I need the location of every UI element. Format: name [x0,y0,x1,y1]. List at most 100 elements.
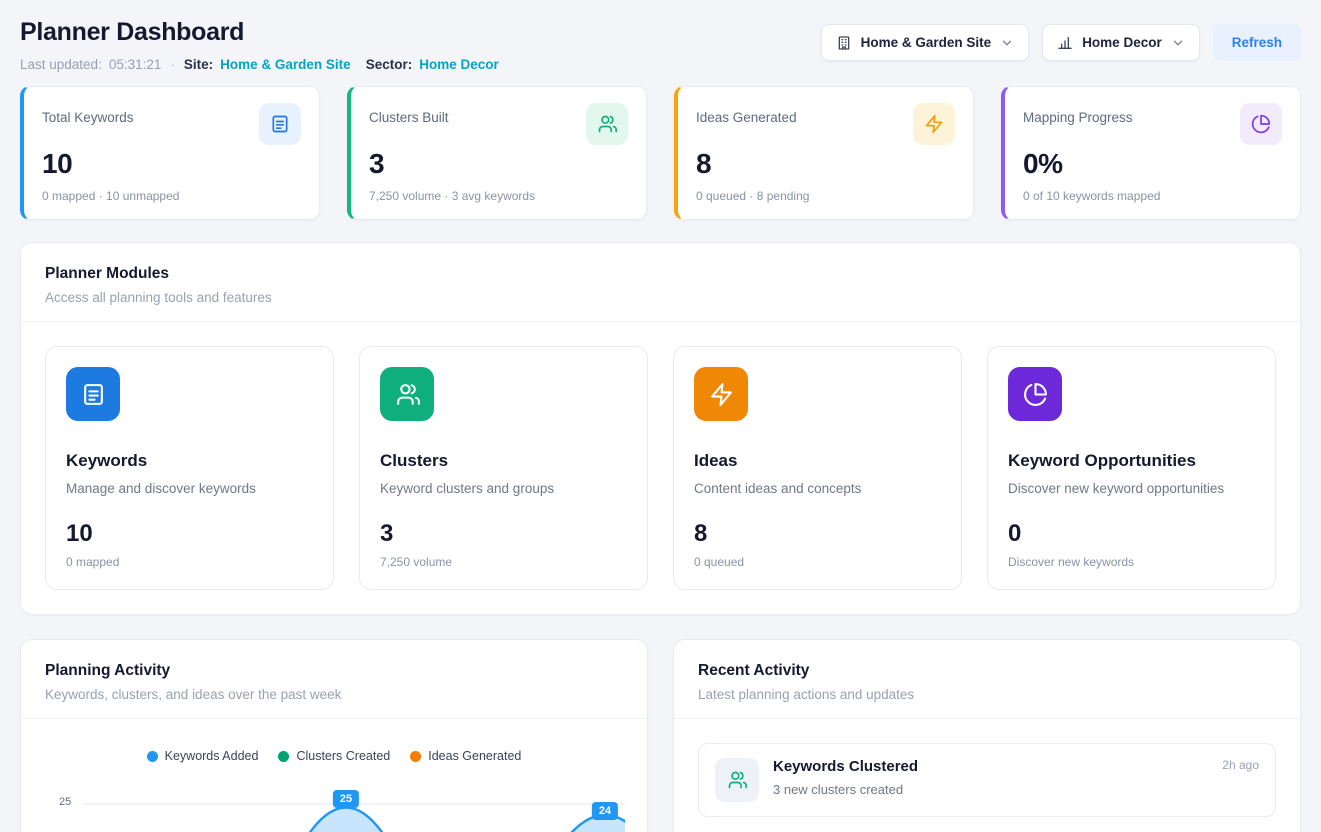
module-description: Content ideas and concepts [694,481,941,496]
activity-item-time: 2h ago [1222,758,1259,772]
legend-label: Ideas Generated [428,749,521,763]
site-label: Site: [184,57,213,72]
stat-value: 3 [369,148,628,180]
module-description: Keyword clusters and groups [380,481,627,496]
site-link[interactable]: Home & Garden Site [220,57,351,72]
module-card-clusters[interactable]: Clusters Keyword clusters and groups 3 7… [359,346,648,590]
page-title: Planner Dashboard [20,18,499,47]
site-selector-label: Home & Garden Site [861,35,992,50]
pie-chart-icon [1008,367,1062,421]
module-title: Clusters [380,451,627,471]
header-meta: Last updated: 05:31:21 · Site: Home & Ga… [20,57,499,72]
module-description: Manage and discover keywords [66,481,313,496]
module-title: Ideas [694,451,941,471]
last-updated-label: Last updated: [20,57,102,72]
lightning-icon [913,103,955,145]
building-icon [836,35,852,51]
activity-item-detail: 3 new clusters created [773,782,1259,797]
users-icon [715,758,759,802]
planning-activity-header: Planning Activity Keywords, clusters, an… [21,640,647,719]
module-title: Keyword Opportunities [1008,451,1255,471]
module-title: Keywords [66,451,313,471]
stats-row: Total Keywords 10 0 mapped · 10 unmapped… [20,86,1301,220]
bottom-row: Planning Activity Keywords, clusters, an… [20,639,1301,832]
stat-card-total-keywords: Total Keywords 10 0 mapped · 10 unmapped [20,86,320,220]
pie-chart-icon [1240,103,1282,145]
recent-activity-header: Recent Activity Latest planning actions … [674,640,1300,719]
module-detail: 0 mapped [66,555,313,569]
modules-grid: Keywords Manage and discover keywords 10… [21,322,1300,614]
activity-item-title: Keywords Clustered [773,758,918,775]
legend-label: Keywords Added [165,749,259,763]
users-icon [380,367,434,421]
header-actions: Home & Garden Site Home Decor Refresh [821,24,1301,61]
chevron-down-icon [1000,36,1014,50]
sector-selector-dropdown[interactable]: Home Decor [1042,24,1200,61]
planner-modules-header: Planner Modules Access all planning tool… [21,243,1300,322]
stat-detail: 0 queued · 8 pending [696,189,955,203]
stat-detail: 0 mapped · 10 unmapped [42,189,301,203]
activity-list: Keywords Clustered 2h ago 3 new clusters… [674,719,1300,832]
module-value: 8 [694,520,941,548]
data-point-label: 24 [592,802,618,820]
legend-label: Clusters Created [296,749,390,763]
site-selector-dropdown[interactable]: Home & Garden Site [821,24,1030,61]
legend-dot-orange [410,751,421,762]
stat-card-ideas-generated: Ideas Generated 8 0 queued · 8 pending [674,86,974,220]
stat-card-mapping-progress: Mapping Progress 0% 0 of 10 keywords map… [1001,86,1301,220]
stat-label: Clusters Built [369,103,449,125]
data-point-label: 25 [333,790,359,808]
bar-chart-icon [1057,35,1073,51]
document-lines-icon [259,103,301,145]
planning-activity-panel: Planning Activity Keywords, clusters, an… [20,639,648,832]
stat-label: Mapping Progress [1023,103,1133,125]
legend-item-ideas-generated[interactable]: Ideas Generated [410,749,521,763]
module-value: 10 [66,520,313,548]
panel-title: Recent Activity [698,662,1276,680]
stat-value: 0% [1023,148,1282,180]
planner-dashboard-page: Planner Dashboard Last updated: 05:31:21… [0,0,1321,832]
sector-link[interactable]: Home Decor [419,57,499,72]
stat-value: 10 [42,148,301,180]
module-card-ideas[interactable]: Ideas Content ideas and concepts 8 0 que… [673,346,962,590]
chevron-down-icon [1171,36,1185,50]
activity-item-body: Keywords Clustered 2h ago 3 new clusters… [773,758,1259,802]
legend-item-keywords-added[interactable]: Keywords Added [147,749,259,763]
panel-subtitle: Access all planning tools and features [45,290,1276,305]
recent-activity-panel: Recent Activity Latest planning actions … [673,639,1301,832]
legend-dot-green [278,751,289,762]
sector-label: Sector: [366,57,413,72]
chart-legend: Keywords Added Clusters Created Ideas Ge… [21,749,647,763]
panel-subtitle: Latest planning actions and updates [698,687,1276,702]
lightning-icon [694,367,748,421]
legend-item-clusters-created[interactable]: Clusters Created [278,749,390,763]
planner-modules-panel: Planner Modules Access all planning tool… [20,242,1301,615]
header-left: Planner Dashboard Last updated: 05:31:21… [20,18,499,72]
module-detail: 7,250 volume [380,555,627,569]
module-value: 3 [380,520,627,548]
activity-chart: 25 25 24 [45,775,623,832]
panel-subtitle: Keywords, clusters, and ideas over the p… [45,687,623,702]
stat-detail: 7,250 volume · 3 avg keywords [369,189,628,203]
activity-item-keywords-clustered[interactable]: Keywords Clustered 2h ago 3 new clusters… [698,743,1276,817]
stat-value: 8 [696,148,955,180]
panel-title: Planning Activity [45,662,623,680]
stat-label: Total Keywords [42,103,134,125]
module-detail: Discover new keywords [1008,555,1255,569]
header: Planner Dashboard Last updated: 05:31:21… [20,18,1301,72]
legend-dot-blue [147,751,158,762]
module-value: 0 [1008,520,1255,548]
stat-card-clusters-built: Clusters Built 3 7,250 volume · 3 avg ke… [347,86,647,220]
stat-detail: 0 of 10 keywords mapped [1023,189,1282,203]
users-icon [586,103,628,145]
module-description: Discover new keyword opportunities [1008,481,1255,496]
panel-title: Planner Modules [45,265,1276,283]
meta-separator: · [170,57,175,72]
last-updated-value: 05:31:21 [109,57,162,72]
module-detail: 0 queued [694,555,941,569]
module-card-keywords[interactable]: Keywords Manage and discover keywords 10… [45,346,334,590]
stat-label: Ideas Generated [696,103,797,125]
refresh-button[interactable]: Refresh [1213,24,1301,61]
document-lines-icon [66,367,120,421]
module-card-keyword-opportunities[interactable]: Keyword Opportunities Discover new keywo… [987,346,1276,590]
